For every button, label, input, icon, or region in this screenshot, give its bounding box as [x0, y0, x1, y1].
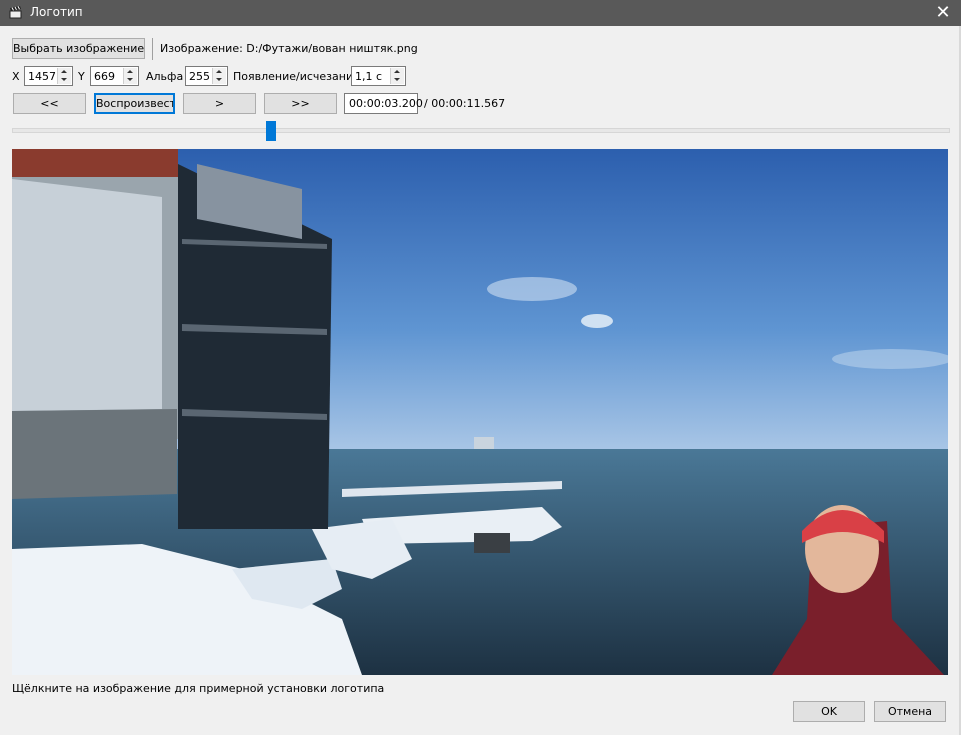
total-time-label: / 00:00:11.567 [424, 97, 506, 110]
fade-spin-arrows [390, 68, 404, 84]
timeline-slider-track[interactable] [12, 128, 950, 133]
alpha-label: Альфа [146, 70, 184, 83]
preview-image[interactable] [12, 149, 948, 675]
close-button[interactable]: ✕ [931, 1, 955, 25]
rewind-button[interactable]: << [13, 93, 86, 114]
play-button[interactable]: Воспроизвести [94, 93, 175, 114]
cloud [581, 314, 613, 328]
preview-hint: Щёлкните на изображение для примерной ус… [12, 682, 385, 695]
x-spin-arrows [57, 68, 71, 84]
clapperboard-icon [9, 6, 22, 19]
title-bar: Логотип ✕ [0, 0, 961, 26]
fade-value: 1,1 с [355, 70, 383, 83]
cloud [487, 277, 577, 301]
y-value: 669 [94, 70, 115, 83]
x-label: X [12, 70, 20, 83]
x-spinbox[interactable]: 1457 [24, 66, 73, 86]
y-spinbox[interactable]: 669 [90, 66, 139, 86]
alpha-spin-arrows [212, 68, 226, 84]
building-bricks [12, 149, 178, 177]
alpha-down-arrow-icon[interactable] [213, 76, 226, 84]
wall-base [12, 409, 177, 499]
wall-panels [12, 179, 162, 411]
timeline-slider-thumb[interactable] [266, 121, 277, 141]
fast-forward-button[interactable]: >> [264, 93, 337, 114]
ok-button[interactable]: OK [793, 701, 865, 722]
y-label: Y [78, 70, 85, 83]
lighthouse [474, 437, 494, 449]
choose-image-button[interactable]: Выбрать изображение... [12, 38, 145, 59]
fade-down-arrow-icon[interactable] [391, 76, 404, 84]
x-down-arrow-icon[interactable] [58, 76, 71, 84]
y-down-arrow-icon[interactable] [124, 76, 137, 84]
alpha-spinbox[interactable]: 255 [185, 66, 228, 86]
y-spin-arrows [123, 68, 137, 84]
cloud [832, 349, 948, 369]
fade-label: Появление/исчезание [233, 70, 360, 83]
pier-post [474, 533, 510, 553]
window-title: Логотип [30, 5, 83, 19]
close-icon: ✕ [935, 2, 951, 23]
step-forward-button[interactable]: > [183, 93, 256, 114]
preview-scene [12, 149, 948, 675]
alpha-value: 255 [189, 70, 210, 83]
x-value: 1457 [28, 70, 56, 83]
cancel-button[interactable]: Отмена [874, 701, 946, 722]
current-time-field[interactable]: 00:00:03.200 [344, 93, 423, 114]
toolbar-separator [152, 38, 153, 60]
fade-spinbox[interactable]: 1,1 с [351, 66, 406, 86]
image-path-label: Изображение: D:/Футажи/вован ништяк.png [160, 42, 418, 55]
